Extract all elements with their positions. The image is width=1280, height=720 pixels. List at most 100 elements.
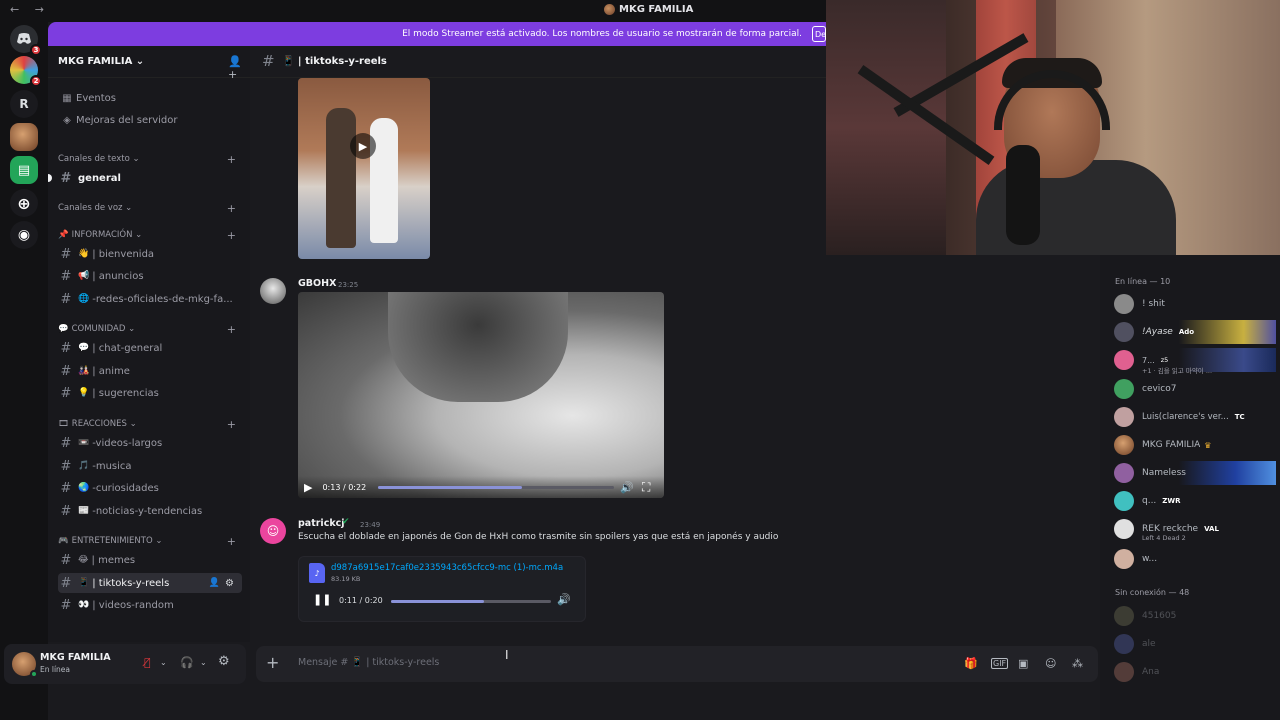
member-name: q... [1142,496,1157,506]
discord-home-icon[interactable]: 3 [10,25,42,56]
avatar[interactable] [260,278,286,304]
speech-bubble-icon: 💬 [78,343,90,353]
sticker-icon[interactable]: ▣ [1018,657,1028,670]
message-composer[interactable]: + Mensaje # 📱 | tiktoks-y-reels 🎁 GIF ▣ … [256,646,1098,682]
member-item[interactable]: Luis(clarence's ver... TC [1114,405,1276,429]
mkg-server-icon[interactable] [10,123,38,151]
apps-icon[interactable]: ⁂ [1072,657,1083,670]
channel-noticias[interactable]: # 📰 -noticias-y-tendencias [58,501,242,521]
server-icon[interactable]: 2 [10,56,42,87]
disable-streamer-button[interactable]: De [812,26,826,42]
member-item[interactable]: cevico7 [1114,377,1276,401]
channel-musica[interactable]: # 🎵 -musica [58,456,242,476]
avatar[interactable]: ☺ [260,518,286,544]
server-header[interactable]: MKG FAMILIA ⌄ 👤+ [48,46,250,81]
nav-arrows-icon[interactable]: ← → [10,3,50,16]
create-channel-icon[interactable]: + [227,418,236,431]
channel-general[interactable]: # general [48,168,242,188]
invite-icon[interactable]: 👤 [209,578,220,588]
invite-people-icon[interactable]: 👤+ [228,55,250,81]
message-input[interactable]: Mensaje # 📱 | tiktoks-y-reels [298,657,439,668]
chevron-down-icon[interactable]: ⌄ [160,658,167,667]
member-name: ale [1142,639,1156,649]
chevron-down-icon[interactable]: ⌄ [200,658,207,667]
member-item[interactable]: ! shit [1114,292,1276,316]
channel-bienvenida[interactable]: # 👋 | bienvenida [58,244,242,264]
gif-icon[interactable]: GIF [991,658,1009,669]
avatar [1114,634,1134,654]
create-channel-icon[interactable]: + [227,153,236,166]
category-comunidad[interactable]: 💬 COMUNIDAD ⌄ + [58,322,244,336]
avatar [1114,662,1134,682]
channel-memes[interactable]: # 😂 | memes [58,550,242,570]
member-item[interactable]: !Ayase Ado [1114,320,1276,344]
member-item[interactable]: w... [1114,547,1276,571]
gear-icon[interactable]: ⚙ [225,578,234,589]
emoji-icon[interactable]: ☺ [1045,657,1056,670]
member-item[interactable]: MKG FAMILIA ♛ [1114,433,1276,457]
add-attachment-icon[interactable]: + [266,653,279,672]
video-progress-bar[interactable] [378,486,614,489]
category-text-channels[interactable]: Canales de texto ⌄ + [58,152,244,166]
channel-anime[interactable]: # 🎎 | anime [58,361,242,381]
member-tag: TC [1234,413,1245,421]
fullscreen-icon[interactable]: ⛶ [642,480,650,495]
member-item[interactable]: REK reckche VAL Left 4 Dead 2 [1114,517,1276,542]
channel-label: -curiosidades [92,482,159,494]
hash-icon: # [60,246,72,262]
audio-progress-fill [391,600,484,603]
add-server-icon[interactable]: ⊕ [10,189,38,217]
create-channel-icon[interactable]: + [227,535,236,548]
member-item[interactable]: q... ZWR [1114,489,1276,513]
events-item[interactable]: ▦ Eventos [58,88,242,108]
hash-icon: # [60,268,72,284]
member-item[interactable]: Nameless [1114,461,1276,485]
pause-icon[interactable]: ❚❚ [313,593,331,606]
channel-curiosidades[interactable]: # 🌏 -curiosidades [58,478,242,498]
video-player[interactable]: ▶ 0:13 / 0:22 🔊 ⛶ [298,292,664,498]
hash-icon: # [60,363,72,379]
member-item[interactable]: 451605 [1114,604,1276,628]
server-boost-item[interactable]: ◈ Mejoras del servidor [58,110,242,130]
channel-anuncios[interactable]: # 📢 | anuncios [58,266,242,286]
tiktok-video-thumbnail[interactable]: ▶ [298,78,430,259]
hash-icon: # [60,435,72,451]
boost-icon: ◈ [63,114,71,126]
category-voice-channels[interactable]: Canales de voz ⌄ + [58,201,244,215]
placeholder-channel: | tiktoks-y-reels [366,657,440,668]
create-channel-icon[interactable]: + [227,202,236,215]
category-reacciones[interactable]: 🎞 REACCIONES ⌄ + [58,417,244,431]
create-channel-icon[interactable]: + [227,323,236,336]
category-entretenimiento[interactable]: 🎮 ENTRETENIMIENTO ⌄ + [58,534,244,548]
channel-videos-random[interactable]: # 👀 | videos-random [58,595,242,615]
play-icon[interactable]: ▶ [350,133,376,159]
channel-redes-oficiales[interactable]: # 🌐 -redes-oficiales-de-mkg-fa... [58,289,242,309]
member-item[interactable]: 7... z5 +1 · 김을 읽고 마약이 ... [1114,348,1276,375]
audio-progress-bar[interactable] [391,600,551,603]
gift-icon[interactable]: 🎁 [964,657,978,670]
channel-title: 📱 | tiktoks-y-reels [282,56,387,67]
headphones-icon[interactable]: 🎧 [180,656,194,669]
video-frame-figure [388,292,568,402]
category-informacion[interactable]: 📌 INFORMACIÓN ⌄ + [58,228,244,242]
channel-chat-general[interactable]: # 💬 | chat-general [58,338,242,358]
channel-tiktoks-y-reels[interactable]: # 📱 | tiktoks-y-reels 👤 ⚙ [58,573,242,593]
settings-gear-icon[interactable]: ⚙ [218,654,230,669]
channel-sugerencias[interactable]: # 💡 | sugerencias [58,383,242,403]
message-author[interactable]: GBOHX [298,278,336,289]
create-channel-icon[interactable]: + [227,229,236,242]
phone-emoji-icon: 📱 [78,578,90,588]
download-apps-icon[interactable]: ▤ [10,156,38,184]
discover-icon[interactable]: ◉ [10,221,38,249]
attachment-filename[interactable]: d987a6915e17caf0e2335943c65cfcc9-mc (1)-… [331,563,563,573]
mic-muted-icon[interactable]: 🎙̸ [144,656,151,669]
message-author[interactable]: patrickcj [298,518,345,529]
member-item[interactable]: Ana [1114,660,1276,684]
server-letter-icon[interactable]: R [10,90,38,118]
volume-icon[interactable]: 🔊 [557,593,571,606]
channel-label: tiktoks-y-reels [98,577,170,589]
play-icon[interactable]: ▶ [304,481,312,494]
volume-icon[interactable]: 🔊 [620,481,634,494]
channel-videos-largos[interactable]: # 📼 -videos-largos [58,433,242,453]
member-item[interactable]: ale [1114,632,1276,656]
